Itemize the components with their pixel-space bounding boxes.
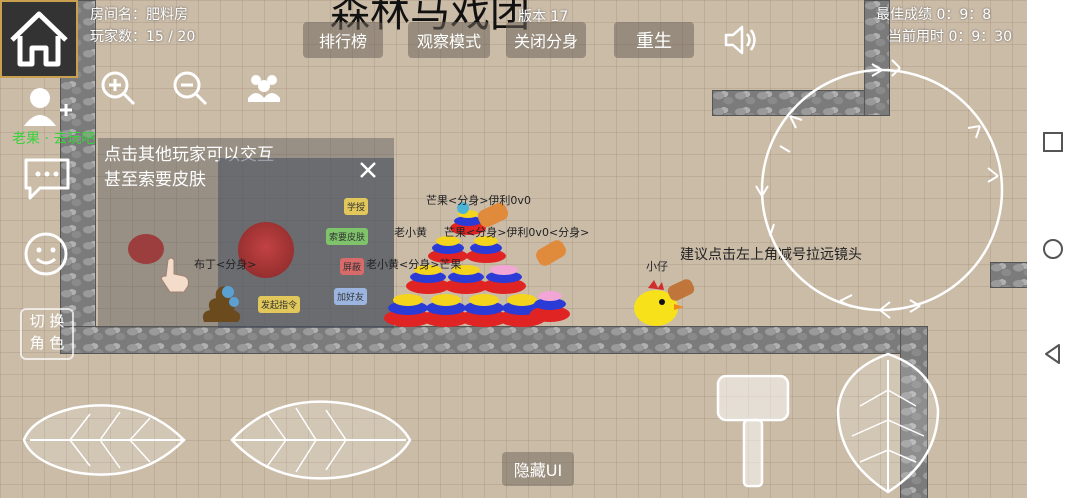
chick-character[interactable] xyxy=(628,276,698,330)
add-friend-button[interactable]: 加好友 xyxy=(334,288,368,305)
block-button[interactable]: 屏蔽 xyxy=(340,258,365,275)
back-icon[interactable] xyxy=(1041,342,1065,366)
switch-role-line2: 角 色 xyxy=(29,334,65,352)
recents-icon[interactable] xyxy=(1041,130,1065,154)
move-right-leaf-icon[interactable] xyxy=(226,388,416,488)
send-command-button[interactable]: 发起指令 xyxy=(258,296,301,313)
chat-icon[interactable] xyxy=(22,156,72,202)
game-stage[interactable]: 房间名：肥料房 玩家数：15 / 20 森林马戏团 版本 17 最佳成绩 0：9… xyxy=(0,0,1027,498)
close-icon[interactable] xyxy=(356,158,380,182)
player-count: 玩家数：15 / 20 xyxy=(90,29,196,45)
home-icon xyxy=(10,11,68,67)
home-button[interactable] xyxy=(0,0,78,78)
hide-ui-button[interactable]: 隐藏UI xyxy=(502,452,574,486)
player-tag-5: 老小黄<分身>芒果 xyxy=(366,258,462,271)
friend-name: 老果 · 去玩吧 xyxy=(12,131,96,147)
switch-role-line1: 切 换 xyxy=(29,312,65,330)
player-tag-4: 布丁<分身> xyxy=(194,258,257,271)
current-time: 当前用时 0：9：30 xyxy=(888,29,1013,45)
best-score: 最佳成绩 0：9：8 xyxy=(876,7,992,23)
move-left-leaf-icon[interactable] xyxy=(20,394,190,484)
observe-mode-button[interactable]: 观察模式 xyxy=(408,22,490,58)
poop-character[interactable] xyxy=(198,276,244,326)
zoom-in-icon[interactable] xyxy=(98,68,138,108)
sound-icon[interactable] xyxy=(720,20,760,60)
request-skin-button[interactable]: 索要皮肤 xyxy=(326,228,369,245)
player-tag-1: 芒果<分身>伊利0v0 xyxy=(426,194,531,207)
home-nav-icon[interactable] xyxy=(1041,237,1065,261)
players-icon[interactable] xyxy=(244,68,284,108)
switch-role-button[interactable]: 切 换 角 色 xyxy=(20,308,74,360)
hammer-icon[interactable] xyxy=(712,370,796,494)
stone-floor xyxy=(60,326,928,354)
close-clone-button[interactable]: 关闭分身 xyxy=(506,22,586,58)
room-name: 房间名：肥料房 xyxy=(90,7,188,23)
jump-leaf-icon[interactable] xyxy=(830,350,946,496)
hand-pointer-icon xyxy=(161,257,189,293)
player-tag-2: 老小黄 xyxy=(394,226,427,239)
learn-button[interactable]: 学授 xyxy=(344,198,369,215)
joystick-wreath[interactable] xyxy=(750,56,1020,326)
player-tag-3: 芒果<分身>伊利0v0<分身> xyxy=(444,226,590,239)
emoji-icon[interactable] xyxy=(22,230,70,278)
respawn-button[interactable]: 重生 xyxy=(614,22,694,58)
system-nav-bar xyxy=(1027,0,1080,498)
add-friend-icon[interactable] xyxy=(20,86,76,126)
zoom-out-icon[interactable] xyxy=(170,68,210,108)
leaderboard-button[interactable]: 排行榜 xyxy=(303,22,383,58)
player-tag-6: 小仔 xyxy=(646,260,668,273)
